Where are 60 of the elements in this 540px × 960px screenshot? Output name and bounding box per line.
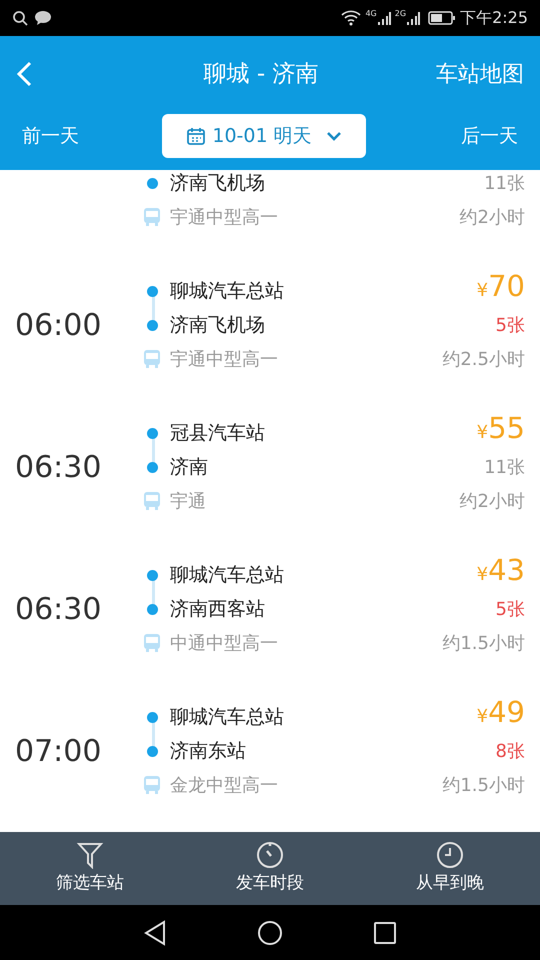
- bus-model: 金龙中型高一: [170, 774, 278, 798]
- seats-left: 11张: [484, 456, 525, 480]
- battery-icon: [428, 11, 456, 25]
- toolbar-button[interactable]: 筛选车站: [0, 840, 180, 896]
- trip-duration: 约2小时: [460, 206, 525, 230]
- station-name: 聊城汽车总站: [170, 704, 284, 730]
- signal-icon: [376, 11, 391, 25]
- filter-icon: [76, 840, 104, 869]
- search-icon: [12, 10, 28, 26]
- station-name: 济南东站: [170, 738, 246, 764]
- station-name: 济南飞机场: [170, 312, 265, 338]
- trip-duration: 约2.5小时: [442, 348, 525, 372]
- bus-icon: [143, 491, 161, 511]
- price: ¥55: [476, 410, 525, 446]
- bus-model: 宇通中型高一: [170, 206, 278, 230]
- date-picker[interactable]: 10-01 明天: [162, 114, 366, 158]
- trip-duration: 约1.5小时: [442, 774, 525, 798]
- seats-left: 5张: [496, 598, 525, 622]
- bus-model: 宇通中型高一: [170, 348, 278, 372]
- network-label: 2G: [394, 8, 406, 20]
- station-name: 聊城汽车总站: [170, 278, 284, 304]
- trip-duration: 约2小时: [460, 490, 525, 514]
- bus-model: 宇通: [170, 490, 206, 514]
- back-icon: [16, 61, 32, 87]
- departure-time: 06:00: [15, 306, 102, 344]
- departure-time: 06:30: [15, 448, 102, 486]
- route-title: 聊城 - 济南: [202, 60, 320, 89]
- bus-icon: [143, 775, 161, 795]
- network-label: 4G: [365, 8, 377, 20]
- clock-icon: [436, 840, 464, 869]
- seats-left: 5张: [496, 314, 525, 338]
- bus-model: 中通中型高一: [170, 632, 278, 656]
- chat-icon: [34, 10, 52, 26]
- seats-left: 8张: [496, 740, 525, 764]
- price: ¥70: [476, 268, 525, 304]
- trip-duration: 约1.5小时: [442, 632, 525, 656]
- wifi-icon: [341, 10, 362, 26]
- departure-time: 07:00: [15, 732, 102, 770]
- station-name: 冠县汽车站: [170, 420, 265, 446]
- station-name: 济南飞机场: [170, 170, 265, 196]
- station-name: 济南: [170, 454, 208, 480]
- bus-icon: [143, 349, 161, 369]
- toolbar-button[interactable]: 发车时段: [180, 840, 360, 896]
- recent-apps-icon[interactable]: [373, 920, 397, 944]
- bus-icon: [143, 633, 161, 653]
- price: ¥49: [476, 694, 525, 730]
- signal-icon: [406, 11, 420, 25]
- price: ¥43: [476, 552, 525, 588]
- timer-icon: [256, 840, 284, 869]
- home-icon[interactable]: [257, 920, 283, 946]
- toolbar-button[interactable]: 从早到晚: [360, 840, 540, 896]
- bus-icon: [143, 207, 161, 227]
- calendar-icon: [186, 126, 206, 146]
- chevron-down-icon: [326, 130, 342, 142]
- station-name: 聊城汽车总站: [170, 562, 284, 588]
- departure-time: 06:30: [15, 590, 102, 628]
- clock-time: 下午2:25: [460, 7, 528, 29]
- back-icon[interactable]: [143, 920, 167, 946]
- station-name: 济南西客站: [170, 596, 265, 622]
- seats-left: 11张: [484, 172, 525, 196]
